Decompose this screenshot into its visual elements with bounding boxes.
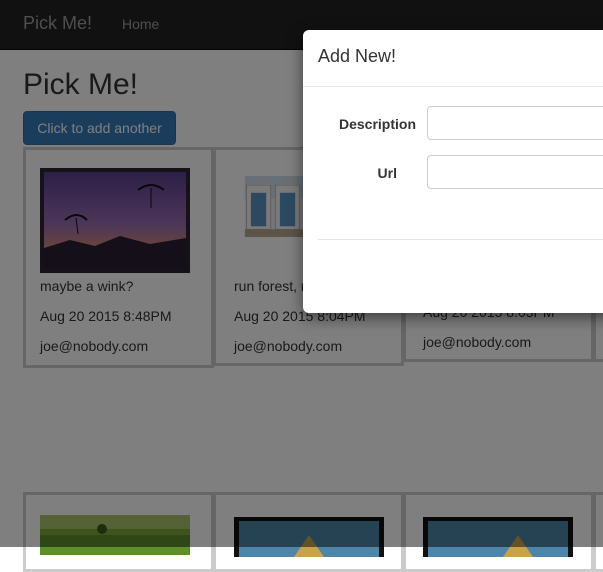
modal-header: Add New! xyxy=(303,30,603,87)
modal-title: Add New! xyxy=(318,46,397,66)
description-label: Description xyxy=(338,116,416,132)
description-input[interactable] xyxy=(427,106,603,140)
add-new-modal: Add New! Description Url xyxy=(303,30,603,313)
modal-footer-divider xyxy=(318,239,603,240)
url-label: Url xyxy=(377,165,397,181)
url-input[interactable] xyxy=(427,155,603,189)
